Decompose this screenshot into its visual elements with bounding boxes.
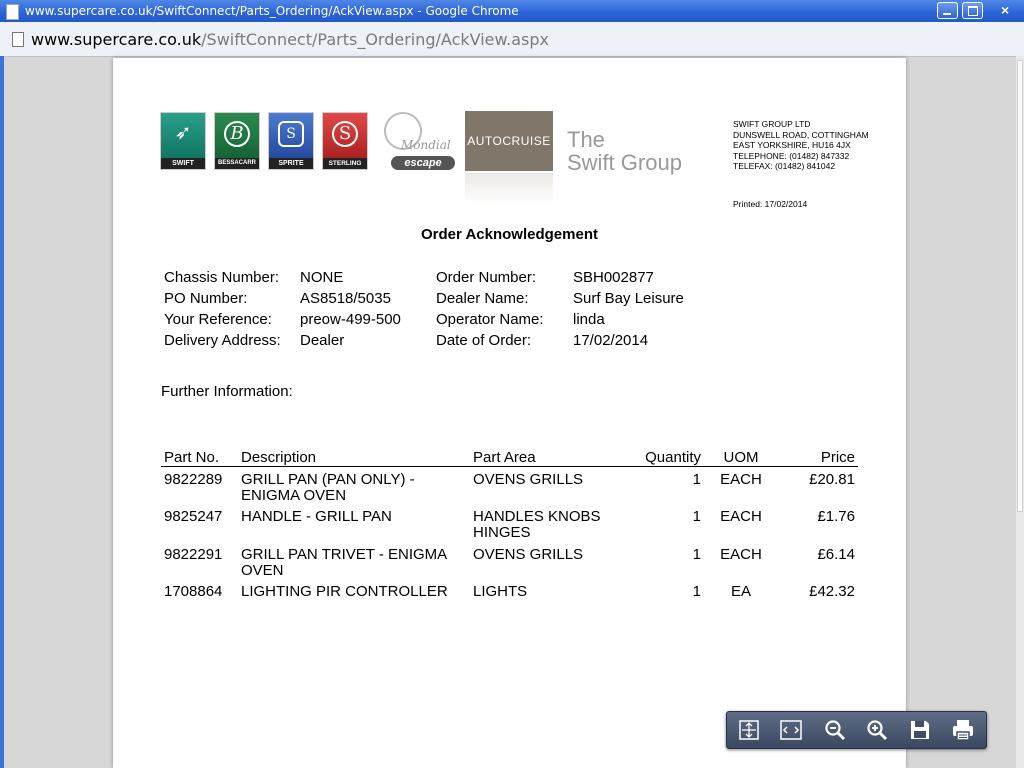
chassis-number-value: NONE <box>300 269 344 286</box>
company-address-line1: DUNSWELL ROAD, COTTINGHAM <box>733 129 869 140</box>
operator-name-label: Operator Name: <box>436 311 544 328</box>
sprite-s-icon: S <box>278 121 304 147</box>
save-icon <box>911 721 929 739</box>
autocruise-reflection <box>465 173 553 203</box>
delivery-address-label: Delivery Address: <box>164 332 281 349</box>
company-telefax: TELEFAX: (01482) 841042 <box>733 161 836 172</box>
price-cell: £20.81 <box>809 471 855 488</box>
page-title: Order Acknowledgement <box>421 226 598 243</box>
url-host: www.supercare.co.uk <box>31 30 202 49</box>
page-icon <box>6 4 19 20</box>
zoom-out-icon <box>825 720 846 741</box>
quantity-cell: 1 <box>692 546 701 563</box>
column-header-uom: UOM <box>723 449 759 466</box>
date-of-order-label: Date of Order: <box>436 332 532 349</box>
quantity-cell: 1 <box>692 583 701 600</box>
pdf-viewer-toolbar <box>726 711 987 749</box>
description-cell: LIGHTING PIR CONTROLLER <box>241 583 448 600</box>
zoom-out-button[interactable] <box>816 715 854 745</box>
printed-date: Printed: 17/02/2014 <box>733 199 808 209</box>
order-number-value: SBH002877 <box>573 269 654 286</box>
document-page: ➶ SWIFT B BESSACARR S SPRITE S STERLING … <box>113 58 906 768</box>
minimize-button[interactable] <box>937 2 958 19</box>
part-area-cell: LIGHTS <box>473 583 528 600</box>
save-button[interactable] <box>901 715 939 745</box>
close-button[interactable]: × <box>995 2 1016 19</box>
sterling-logo: S STERLING <box>322 112 368 170</box>
bessacarr-logo: B BESSACARR <box>214 112 260 170</box>
sterling-s-icon: S <box>332 121 358 147</box>
fit-page-button[interactable] <box>730 715 768 745</box>
print-icon <box>953 720 973 741</box>
maximize-button[interactable] <box>962 2 983 19</box>
zoom-in-button[interactable] <box>858 715 896 745</box>
close-icon: × <box>1001 2 1010 18</box>
delivery-address-value: Dealer <box>300 332 345 349</box>
part-no-cell: 9825247 <box>164 508 223 525</box>
company-address: SWIFT GROUP LTD DUNSWELL ROAD, COTTINGHA… <box>733 119 869 172</box>
po-number-label: PO Number: <box>164 290 248 307</box>
window-titlebar: www.supercare.co.uk/SwiftConnect/Parts_O… <box>0 0 1024 22</box>
part-area-cell: HANDLES KNOBS HINGES <box>473 508 601 541</box>
uom-cell: EACH <box>720 508 762 525</box>
swift-bird-icon: ➶ <box>174 120 192 144</box>
part-no-cell: 9822291 <box>164 546 223 563</box>
window-title: www.supercare.co.uk/SwiftConnect/Parts_O… <box>25 4 519 18</box>
company-address-line2: EAST YORKSHIRE, HU16 4JX <box>733 140 851 151</box>
operator-name-value: linda <box>573 311 605 328</box>
print-button[interactable] <box>944 715 982 745</box>
scrollbar-thumb[interactable] <box>1017 60 1023 512</box>
mondial-escape-logo: Mondial escape <box>376 112 458 174</box>
column-header-part-area: Part Area <box>473 449 536 466</box>
sprite-logo: S SPRITE <box>268 112 314 170</box>
window-border <box>0 56 4 768</box>
order-number-label: Order Number: <box>436 269 537 286</box>
dealer-name-value: Surf Bay Leisure <box>573 290 684 307</box>
column-header-price: Price <box>820 449 855 466</box>
column-header-quantity: Quantity <box>645 449 701 466</box>
column-header-description: Description <box>241 449 317 466</box>
part-no-cell: 1708864 <box>164 583 223 600</box>
your-reference-value: preow-499-500 <box>300 311 401 328</box>
po-number-value: AS8518/5035 <box>300 290 391 307</box>
uom-cell: EA <box>730 583 751 600</box>
quantity-cell: 1 <box>692 508 701 525</box>
description-cell: GRILL PAN TRIVET - ENIGMA OVEN <box>241 546 447 579</box>
autocruise-logo: AUTOCRUISE <box>465 111 553 171</box>
your-reference-label: Your Reference: <box>164 311 272 328</box>
fit-width-icon <box>780 720 802 740</box>
swift-group-logo: The Swift Group <box>567 127 682 175</box>
fit-width-button[interactable] <box>772 715 810 745</box>
company-telephone: TELEPHONE: (01482) 847332 <box>733 150 850 161</box>
quantity-cell: 1 <box>692 471 701 488</box>
company-name: SWIFT GROUP LTD <box>733 119 811 129</box>
url-field[interactable]: www.supercare.co.uk/SwiftConnect/Parts_O… <box>31 30 549 49</box>
uom-cell: EACH <box>720 546 762 563</box>
price-cell: £1.76 <box>817 508 855 525</box>
document-icon <box>12 32 24 47</box>
zoom-in-icon <box>867 720 888 741</box>
url-path: /SwiftConnect/Parts_Ordering/AckView.asp… <box>201 30 549 49</box>
date-of-order-value: 17/02/2014 <box>573 332 649 349</box>
column-header-part-no: Part No. <box>164 449 220 466</box>
part-area-cell: OVENS GRILLS <box>473 471 584 488</box>
price-cell: £42.32 <box>809 583 855 600</box>
part-area-cell: OVENS GRILLS <box>473 546 584 563</box>
vertical-scrollbar[interactable] <box>1016 56 1024 768</box>
table-header-rule <box>161 466 858 467</box>
swift-logo: ➶ SWIFT <box>160 112 206 170</box>
address-bar: www.supercare.co.uk/SwiftConnect/Parts_O… <box>0 22 1024 57</box>
uom-cell: EACH <box>720 471 762 488</box>
description-cell: HANDLE - GRILL PAN <box>241 508 392 525</box>
dealer-name-label: Dealer Name: <box>436 290 529 307</box>
further-information-label: Further Information: <box>161 383 293 400</box>
chassis-number-label: Chassis Number: <box>164 269 280 286</box>
part-no-cell: 9822289 <box>164 471 223 488</box>
bessacarr-b-icon: B <box>224 121 250 147</box>
fit-page-icon <box>739 720 759 740</box>
price-cell: £6.14 <box>817 546 855 563</box>
description-cell: GRILL PAN (PAN ONLY) - ENIGMA OVEN <box>241 471 415 504</box>
